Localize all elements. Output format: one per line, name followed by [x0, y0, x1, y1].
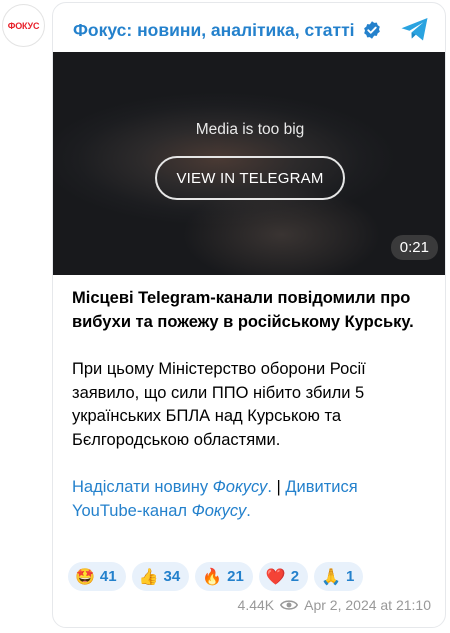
media-too-big-message: Media is too big [195, 121, 305, 138]
reaction-count: 41 [99, 568, 117, 585]
reaction-count: 21 [227, 568, 244, 585]
post-meta: 4.44K Apr 2, 2024 at 21:10 [238, 597, 431, 613]
post-body: При цьому Міністерство оборони Росії зая… [72, 360, 366, 449]
send-news-link[interactable]: Надіслати новину Фокусу. [72, 478, 272, 496]
view-in-telegram-button[interactable]: VIEW IN TELEGRAM [155, 156, 345, 200]
post-text: Місцеві Telegram-канали повідомили про в… [72, 287, 432, 523]
heart-icon: ❤️ [265, 567, 286, 586]
post-date[interactable]: Apr 2, 2024 at 21:10 [304, 597, 431, 613]
fire-icon: 🔥 [202, 567, 223, 586]
post-header: Фокус: новини, аналітика, статті [73, 18, 382, 42]
channel-name[interactable]: Фокус: новини, аналітика, статті [73, 20, 355, 41]
reaction-count: 34 [163, 568, 181, 585]
reaction-heart[interactable]: ❤️ 2 [258, 562, 309, 591]
reaction-count: 1 [346, 568, 355, 585]
reaction-star-struck[interactable]: 🤩 41 [68, 562, 126, 591]
video-preview[interactable]: Media is too big VIEW IN TELEGRAM 0:21 [53, 52, 445, 275]
reaction-count: 2 [290, 568, 300, 585]
link-separator: | [271, 478, 286, 496]
star-struck-icon: 🤩 [75, 567, 95, 586]
telegram-logo-icon[interactable] [399, 13, 431, 45]
channel-avatar[interactable]: ФОКУС [2, 4, 45, 47]
reaction-fire[interactable]: 🔥 21 [195, 562, 253, 591]
post-card: Фокус: новини, аналітика, статті Media i… [52, 2, 446, 628]
reactions-bar: 🤩 41 👍 34 🔥 21 ❤️ 2 🙏 1 [68, 562, 364, 591]
reaction-pray[interactable]: 🙏 1 [314, 562, 364, 591]
video-duration-badge: 0:21 [390, 235, 438, 260]
avatar-logo-text: ФОКУС [7, 20, 40, 31]
post-headline: Місцеві Telegram-канали повідомили про в… [72, 289, 414, 331]
post-links: Надіслати новину Фокусу. | Дивитися YouT… [72, 476, 432, 523]
verified-badge-icon [363, 21, 380, 39]
reaction-thumbs-up[interactable]: 👍 34 [131, 562, 190, 591]
pray-icon: 🙏 [321, 567, 342, 586]
thumbs-up-icon: 👍 [138, 567, 159, 586]
eye-icon [280, 600, 299, 610]
view-count: 4.44K [237, 597, 275, 613]
